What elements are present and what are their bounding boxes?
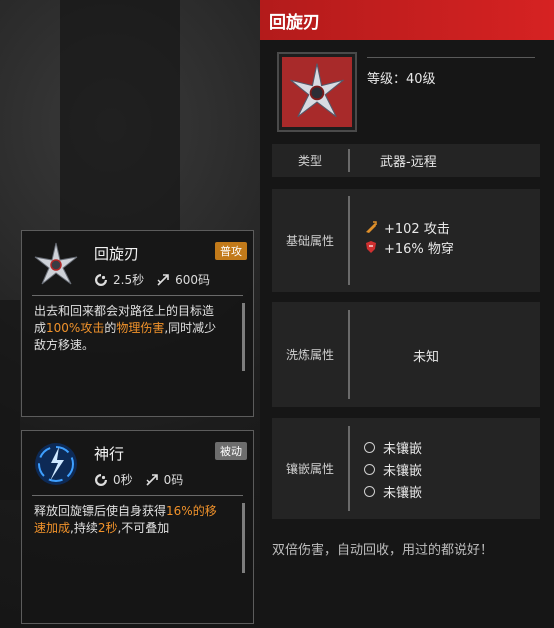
scrollbar[interactable] (242, 303, 245, 371)
range-stat: 600码 (156, 271, 210, 288)
lightning-swirl-icon (33, 441, 79, 487)
skill-description: 出去和回来都会对路径上的目标造成100%攻击的物理伤害,同时减少敌方移速。 (34, 304, 217, 352)
item-description: 双倍伤害，自动回收，用过的都说好！ (272, 543, 494, 558)
scrollbar[interactable] (242, 503, 245, 573)
item-title: 回旋刃 (260, 0, 554, 40)
gem-socket[interactable]: 未镶嵌 (364, 458, 422, 480)
penetration-icon (366, 241, 376, 253)
skill-type-badge: 普攻 (215, 242, 247, 260)
cooldown-icon (95, 473, 107, 486)
penetration-stat: +16% 物穿 (364, 237, 454, 257)
background-silhouette (60, 0, 180, 230)
cooldown-stat: 0秒 (94, 471, 133, 488)
range-icon (146, 473, 158, 486)
divider (348, 310, 350, 399)
shuriken-icon (282, 57, 352, 127)
cooldown-icon (95, 273, 107, 286)
skill-description: 释放回旋镖后使自身获得16%的移速加成,持续2秒,不可叠加 (34, 504, 217, 535)
refine-attributes-row: 洗炼属性 未知 (272, 302, 540, 407)
item-level: 等级：40级 (367, 72, 436, 87)
base-attributes-label: 基础属性 (285, 234, 334, 248)
range-value: 600码 (175, 273, 210, 287)
cooldown-value: 0秒 (113, 473, 133, 487)
range-value: 0码 (163, 473, 184, 487)
inlay-attributes-row: 镶嵌属性 未镶嵌 未镶嵌 未镶嵌 (272, 418, 540, 519)
divider (348, 426, 350, 511)
divider (348, 196, 350, 285)
item-detail-panel: 回旋刃 等级：40级 类型 武器-远程 基础属性 +102 攻击 +16% 物穿 (260, 0, 554, 628)
shuriken-icon (33, 241, 79, 287)
skill-card[interactable]: 神行 被动 0秒 0码 释放回旋镖后使自身获得16%的移速加成,持续2秒,不可叠… (21, 430, 254, 624)
background-silhouette (0, 300, 20, 500)
cooldown-stat: 2.5秒 (94, 271, 144, 288)
base-attributes-row: 基础属性 +102 攻击 +16% 物穿 (272, 189, 540, 292)
range-icon (157, 273, 169, 286)
skill-card[interactable]: 回旋刃 普攻 2.5秒 600码 出去和回来都会对路径上的目标造成100%攻击的… (21, 230, 254, 417)
item-icon-frame (277, 52, 357, 132)
type-value: 武器-远程 (380, 155, 437, 170)
refine-value: 未知 (413, 350, 440, 365)
skill-name: 神行 (94, 445, 125, 463)
type-row: 类型 武器-远程 (272, 144, 540, 177)
gem-socket[interactable]: 未镶嵌 (364, 480, 422, 502)
refine-attributes-label: 洗炼属性 (285, 348, 334, 362)
range-stat: 0码 (145, 471, 184, 488)
cooldown-value: 2.5秒 (113, 273, 145, 287)
divider (367, 57, 535, 58)
skill-type-badge: 被动 (215, 442, 247, 460)
attack-stat: +102 攻击 (364, 217, 454, 237)
type-label: 类型 (297, 154, 322, 168)
skill-name: 回旋刃 (94, 245, 140, 263)
attack-icon (366, 221, 377, 233)
gem-socket[interactable]: 未镶嵌 (364, 436, 422, 458)
inlay-attributes-label: 镶嵌属性 (285, 462, 334, 476)
divider (348, 149, 350, 172)
